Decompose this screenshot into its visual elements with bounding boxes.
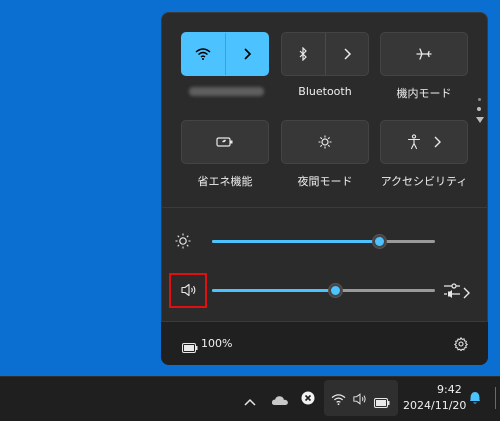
- brightness-fill: [212, 240, 379, 243]
- chevron-right-icon: [244, 48, 251, 60]
- bluetooth-icon: [299, 47, 308, 61]
- airplane-mode-label: 機内モード: [396, 87, 452, 100]
- wifi-toggle[interactable]: [182, 33, 225, 75]
- page-dot-active[interactable]: [477, 107, 481, 111]
- battery-icon[interactable]: [182, 338, 198, 357]
- chevron-right-icon: [344, 48, 351, 60]
- bluetooth-label: Bluetooth: [298, 85, 352, 98]
- close-circle-icon: [301, 391, 315, 405]
- audio-output-icon: [444, 283, 460, 298]
- page-down-arrow-icon[interactable]: [476, 117, 484, 123]
- volume-fill: [212, 289, 335, 292]
- gear-icon: [454, 336, 468, 352]
- airplane-icon: [416, 48, 432, 60]
- battery-saver-tile[interactable]: [181, 120, 269, 164]
- bluetooth-toggle[interactable]: [282, 33, 325, 75]
- brightness-icon: [171, 229, 195, 253]
- volume-thumb[interactable]: [328, 283, 343, 298]
- page-indicator[interactable]: [476, 98, 484, 123]
- brightness-slider[interactable]: [212, 234, 435, 249]
- brightness-thumb[interactable]: [372, 234, 387, 249]
- night-light-label: 夜間モード: [297, 175, 353, 188]
- cloud-icon: [271, 396, 288, 405]
- page-dot[interactable]: [477, 98, 481, 101]
- clock-date[interactable]: 2024/11/20: [403, 399, 466, 412]
- audio-output-button[interactable]: [443, 282, 461, 302]
- accessibility-label: アクセシビリティ: [380, 175, 468, 188]
- tray-wifi-icon: [331, 391, 346, 410]
- section-divider: [161, 207, 488, 208]
- wifi-tile[interactable]: [181, 32, 269, 76]
- airplane-mode-tile[interactable]: [380, 32, 468, 76]
- chevron-up-icon: [244, 398, 256, 406]
- night-light-tile[interactable]: [281, 120, 369, 164]
- chevron-right-icon: [434, 136, 441, 148]
- battery-saver-label: 省エネ機能: [197, 175, 253, 188]
- app-tray-icon[interactable]: [301, 390, 315, 409]
- onedrive-tray-icon[interactable]: [271, 391, 289, 410]
- volume-more-button[interactable]: [462, 284, 470, 303]
- tray-volume-icon: [352, 391, 368, 410]
- accessibility-tile[interactable]: [380, 120, 468, 164]
- volume-icon-highlight-box: [169, 273, 207, 308]
- settings-button[interactable]: [454, 336, 468, 355]
- bluetooth-more-button[interactable]: [326, 33, 369, 75]
- chevron-right-icon: [463, 287, 470, 299]
- show-hidden-icons-button[interactable]: [244, 392, 256, 411]
- brightness-slider-row: [171, 229, 471, 253]
- battery-saver-icon: [216, 137, 233, 147]
- bell-icon: [470, 392, 480, 404]
- wifi-icon: [195, 48, 211, 60]
- volume-slider-row: [171, 278, 471, 302]
- wifi-network-name-blurred: [189, 87, 264, 96]
- bluetooth-tile[interactable]: [281, 32, 369, 76]
- battery-percentage: 100%: [201, 337, 233, 350]
- wifi-more-button[interactable]: [226, 33, 269, 75]
- night-light-icon: [318, 135, 332, 149]
- show-desktop-divider[interactable]: [495, 387, 496, 409]
- accessibility-icon: [407, 134, 421, 150]
- tray-battery-icon: [374, 393, 390, 412]
- volume-slider[interactable]: [212, 283, 435, 298]
- notification-button[interactable]: [468, 390, 482, 410]
- clock-time[interactable]: 9:42: [437, 383, 462, 396]
